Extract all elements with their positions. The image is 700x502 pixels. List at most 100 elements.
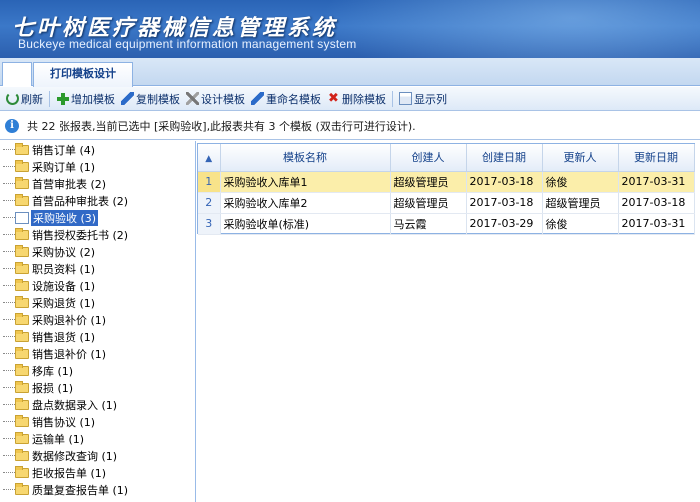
column-header-template-name[interactable]: 模板名称 — [220, 144, 391, 172]
tree-item-label: 采购退货 (1) — [32, 296, 96, 310]
tree-connector — [3, 370, 15, 371]
info-icon: i — [5, 118, 19, 133]
copy-template-label: 复制模板 — [136, 92, 180, 106]
column-header-updated-date[interactable]: 更新日期 — [618, 144, 695, 172]
design-template-button[interactable]: 设计模板 — [183, 89, 248, 109]
tree-item[interactable]: 职员资料 (1) — [0, 260, 195, 277]
app-subtitle: Buckeye medical equipment information ma… — [18, 37, 357, 51]
tree-item[interactable]: 移库 (1) — [0, 362, 195, 379]
cell-created-date: 2017-03-29 — [466, 213, 543, 235]
tree-item[interactable]: 数据修改查询 (1) — [0, 447, 195, 464]
folder-icon — [15, 414, 29, 427]
tree-item-label: 盘点数据录入 (1) — [32, 398, 118, 412]
tree-connector — [3, 336, 15, 337]
tree-item-label: 采购验收 (3) — [31, 209, 99, 226]
tree-item[interactable]: 采购协议 (2) — [0, 243, 195, 260]
tree-item[interactable]: 销售协议 (1) — [0, 413, 195, 430]
folder-icon — [15, 159, 29, 172]
delete-template-label: 删除模板 — [342, 92, 386, 106]
tree-item[interactable]: 销售退货 (1) — [0, 328, 195, 345]
refresh-label: 刷新 — [21, 92, 43, 106]
tree-item-label: 销售订单 (4) — [32, 143, 96, 157]
tab-home[interactable] — [2, 62, 32, 86]
folder-icon — [15, 329, 29, 342]
cell-created-date: 2017-03-18 — [466, 171, 543, 193]
row-number-header[interactable]: ▲ — [198, 144, 221, 172]
plus-icon — [56, 92, 69, 105]
cell-creator: 马云霞 — [390, 213, 467, 235]
table-row[interactable]: 2 采购验收入库单2 超级管理员 2017-03-18 超级管理员 2017-03-18 — [198, 192, 695, 214]
tree-item[interactable]: 首营审批表 (2) — [0, 175, 195, 192]
copy-template-button[interactable]: 复制模板 — [118, 89, 183, 109]
folder-icon — [15, 346, 29, 359]
tree-item[interactable]: 运输单 (1) — [0, 430, 195, 447]
tree-item[interactable]: 销售退补价 (1) — [0, 345, 195, 362]
table-row[interactable]: 1 采购验收入库单1 超级管理员 2017-03-18 徐俊 2017-03-31 — [198, 171, 695, 193]
cell-created-date: 2017-03-18 — [466, 192, 543, 214]
tree-item-label: 报损 (1) — [32, 381, 74, 395]
cell-row-number: 2 — [198, 192, 221, 214]
tree-connector — [3, 183, 15, 184]
show-columns-label: 显示列 — [414, 92, 447, 106]
column-header-creator[interactable]: 创建人 — [390, 144, 467, 172]
tree-item-label: 销售授权委托书 (2) — [32, 228, 129, 242]
tree-item[interactable]: 设施设备 (1) — [0, 277, 195, 294]
tree-item[interactable]: 拒收报告单 (1) — [0, 464, 195, 481]
tree-item[interactable]: 盘点数据录入 (1) — [0, 396, 195, 413]
tree-connector — [3, 472, 15, 473]
cell-updated-date: 2017-03-31 — [618, 171, 695, 193]
tree-item-label: 销售退货 (1) — [32, 330, 96, 344]
info-bar: i 共 22 张报表,当前已选中 [采购验收],此报表共有 3 个模板 (双击行… — [0, 112, 700, 140]
delete-x-icon: ✖ — [328, 91, 339, 106]
tree-item[interactable]: 采购订单 (1) — [0, 158, 195, 175]
cell-updater: 超级管理员 — [542, 192, 619, 214]
tab-print-template-design[interactable]: 打印模板设计 — [33, 62, 133, 87]
folder-icon — [15, 431, 29, 444]
folder-icon — [15, 465, 29, 478]
tree-item[interactable]: 销售订单 (4) — [0, 141, 195, 158]
folder-icon — [15, 142, 29, 155]
cell-updater: 徐俊 — [542, 213, 619, 235]
tree-item-label: 拒收报告单 (1) — [32, 466, 107, 480]
rename-template-button[interactable]: 重命名模板 — [248, 89, 324, 109]
tree-connector — [3, 421, 15, 422]
tree-item[interactable]: 采购退货 (1) — [0, 294, 195, 311]
cell-template-name: 采购验收入库单1 — [220, 171, 391, 193]
folder-icon — [15, 261, 29, 274]
cell-updated-date: 2017-03-18 — [618, 192, 695, 214]
tree-item[interactable]: 采购退补价 (1) — [0, 311, 195, 328]
tree-connector — [3, 234, 15, 235]
tree-connector — [3, 387, 15, 388]
tree-connector — [3, 438, 15, 439]
cell-updated-date: 2017-03-31 — [618, 213, 695, 235]
add-template-button[interactable]: 增加模板 — [53, 89, 118, 109]
cell-creator: 超级管理员 — [390, 192, 467, 214]
folder-icon — [15, 278, 29, 291]
columns-icon — [399, 92, 412, 105]
tree-item[interactable]: 采购验收 (3) — [0, 209, 195, 226]
template-grid: ▲ 模板名称 创建人 创建日期 更新人 更新日期 1 采购验收入库单1 超级管理员 2… — [197, 141, 699, 502]
tree-item[interactable]: 质量复查报告单 (1) — [0, 481, 195, 498]
tree-connector — [3, 217, 15, 218]
column-header-updater[interactable]: 更新人 — [542, 144, 619, 172]
tree-connector — [3, 166, 15, 167]
tree-item-label: 采购退补价 (1) — [32, 313, 107, 327]
tree-item[interactable]: 首营品种审批表 (2) — [0, 192, 195, 209]
tools-icon — [186, 92, 199, 105]
table-row[interactable]: 3 采购验收单(标准) 马云霞 2017-03-29 徐俊 2017-03-31 — [198, 213, 695, 235]
tree-item-label: 移库 (1) — [32, 364, 74, 378]
column-header-created-date[interactable]: 创建日期 — [466, 144, 543, 172]
tree-item-label: 职员资料 (1) — [32, 262, 96, 276]
tree-item[interactable]: 报损 (1) — [0, 379, 195, 396]
refresh-button[interactable]: 刷新 — [3, 89, 46, 109]
tree-connector — [3, 404, 15, 405]
show-columns-button[interactable]: 显示列 — [396, 89, 450, 109]
tree-item-label: 首营品种审批表 (2) — [32, 194, 129, 208]
tree-item-label: 质量复查报告单 (1) — [32, 483, 129, 497]
tree-item[interactable]: 销售授权委托书 (2) — [0, 226, 195, 243]
cell-row-number: 1 — [198, 171, 221, 193]
folder-icon — [15, 176, 29, 189]
tree-item-label: 首营审批表 (2) — [32, 177, 107, 191]
delete-template-button[interactable]: ✖ 删除模板 — [324, 89, 389, 109]
tree-connector — [3, 149, 15, 150]
